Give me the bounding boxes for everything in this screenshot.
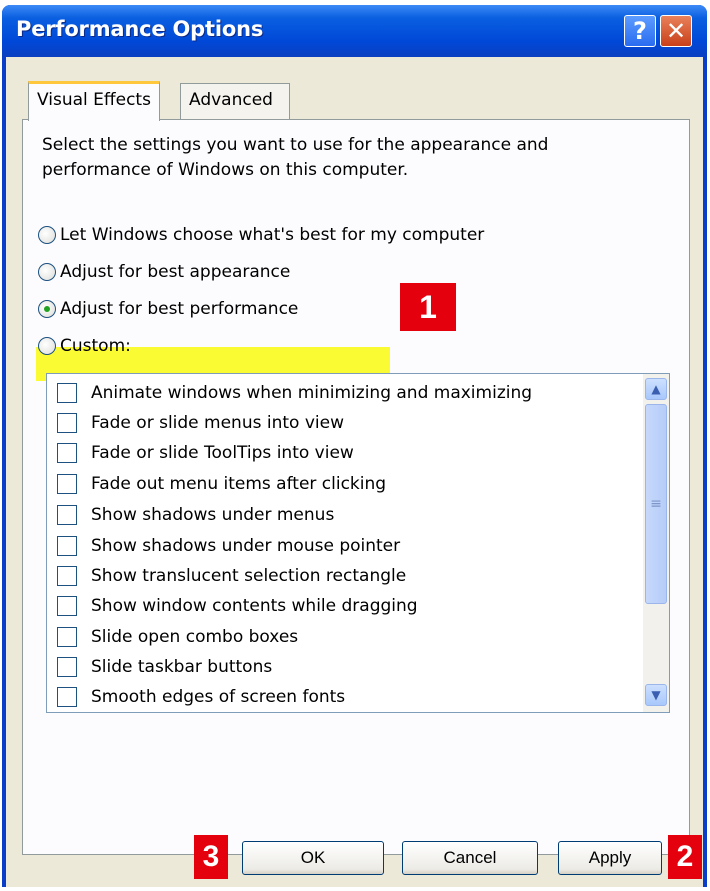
effect-item[interactable]: Show translucent selection rectangle	[57, 561, 406, 591]
scrollbar-thumb[interactable]: ≡	[645, 404, 667, 604]
checkbox[interactable]	[57, 505, 77, 525]
checkbox[interactable]	[57, 566, 77, 586]
radio-best-appearance[interactable]: Adjust for best appearance	[38, 257, 290, 287]
checkbox[interactable]	[57, 536, 77, 556]
radio-best-performance[interactable]: Adjust for best performance	[38, 294, 298, 324]
window-title: Performance Options	[16, 17, 264, 41]
checkbox[interactable]	[57, 383, 77, 403]
effect-label: Show shadows under mouse pointer	[91, 536, 401, 556]
checkbox[interactable]	[57, 657, 77, 677]
apply-button[interactable]: Apply	[558, 841, 662, 875]
tab-advanced[interactable]: Advanced	[180, 83, 290, 119]
effect-label: Smooth edges of screen fonts	[91, 687, 346, 707]
effect-item[interactable]: Fade or slide ToolTips into view	[57, 438, 354, 468]
radio-button[interactable]	[38, 226, 56, 244]
scroll-down-icon[interactable]: ▼	[645, 684, 667, 706]
effect-item[interactable]: Fade or slide menus into view	[57, 408, 344, 438]
radio-label: Adjust for best performance	[60, 299, 299, 319]
effect-item[interactable]: Slide taskbar buttons	[57, 652, 272, 682]
callout-badge-3: 3	[194, 835, 228, 879]
scroll-up-icon[interactable]: ▲	[645, 378, 667, 400]
dialog-client-area: Visual Effects Advanced Select the setti…	[6, 57, 703, 887]
callout-badge-2: 2	[668, 835, 702, 879]
effect-item[interactable]: Show window contents while dragging	[57, 591, 418, 621]
effect-label: Fade out menu items after clicking	[91, 474, 387, 494]
description-text: Select the settings you want to use for …	[42, 135, 549, 180]
radio-button[interactable]	[38, 263, 56, 281]
effect-item[interactable]: Smooth edges of screen fonts	[57, 682, 345, 712]
effect-item[interactable]: Slide open combo boxes	[57, 622, 298, 652]
effect-item[interactable]: Show shadows under mouse pointer	[57, 531, 400, 561]
effect-label: Fade or slide menus into view	[91, 413, 344, 433]
effect-label: Slide open combo boxes	[91, 627, 299, 647]
effect-item[interactable]: Animate windows when minimizing and maxi…	[57, 378, 532, 408]
checkbox[interactable]	[57, 627, 77, 647]
radio-label: Custom:	[60, 336, 131, 356]
visual-effects-list[interactable]: Animate windows when minimizing and maxi…	[46, 373, 670, 713]
effect-label: Show shadows under menus	[91, 505, 335, 525]
effect-label: Fade or slide ToolTips into view	[91, 443, 354, 463]
ok-button[interactable]: OK	[242, 841, 384, 875]
checkbox[interactable]	[57, 413, 77, 433]
effect-item[interactable]: Show shadows under menus	[57, 500, 334, 530]
checkbox[interactable]	[57, 474, 77, 494]
tab-visual-effects[interactable]: Visual Effects	[28, 81, 160, 121]
radio-let-windows-choose[interactable]: Let Windows choose what's best for my co…	[38, 220, 484, 250]
checkbox[interactable]	[57, 687, 77, 707]
radio-label: Let Windows choose what's best for my co…	[60, 225, 485, 245]
callout-badge-1: 1	[400, 283, 456, 331]
cancel-button[interactable]: Cancel	[402, 841, 538, 875]
effect-label: Show window contents while dragging	[91, 596, 418, 616]
radio-button-selected[interactable]	[38, 300, 56, 318]
effect-label: Show translucent selection rectangle	[91, 566, 407, 586]
title-bar[interactable]: Performance Options ? ✕	[2, 5, 707, 57]
checkbox[interactable]	[57, 443, 77, 463]
performance-options-window: Performance Options ? ✕ Visual Effects A…	[2, 5, 707, 887]
radio-custom[interactable]: Custom:	[38, 331, 131, 361]
vertical-scrollbar[interactable]: ▲ ≡ ▼	[643, 374, 669, 712]
close-button[interactable]: ✕	[660, 15, 692, 47]
help-button[interactable]: ?	[624, 15, 656, 47]
effect-item[interactable]: Fade out menu items after clicking	[57, 469, 386, 499]
radio-button[interactable]	[38, 337, 56, 355]
effect-label: Slide taskbar buttons	[91, 657, 273, 677]
effect-label: Animate windows when minimizing and maxi…	[91, 383, 533, 403]
radio-label: Adjust for best appearance	[60, 262, 291, 282]
checkbox[interactable]	[57, 596, 77, 616]
